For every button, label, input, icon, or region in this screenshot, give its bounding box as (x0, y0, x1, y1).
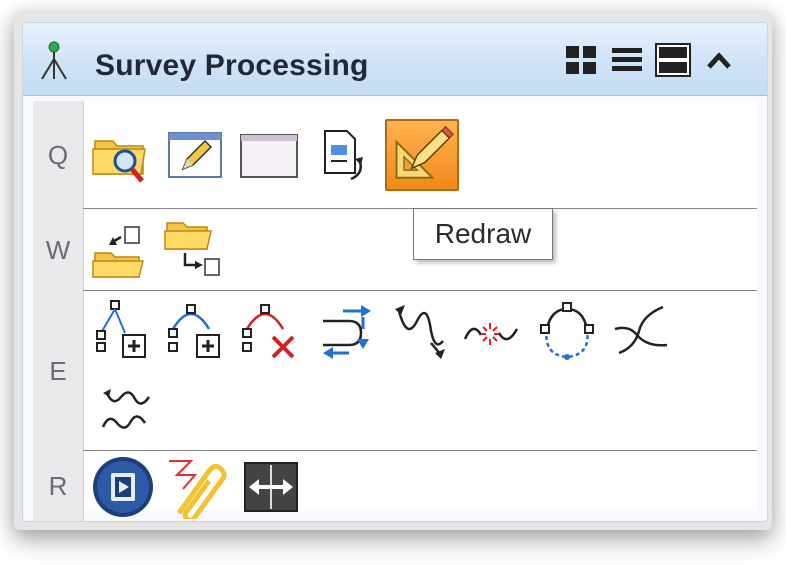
break-line-icon[interactable] (461, 299, 525, 363)
node-split-add-icon[interactable] (91, 299, 155, 363)
list-view-icon[interactable] (609, 43, 645, 77)
arc-node-delete-icon[interactable] (239, 299, 303, 363)
edit-pencil-icon[interactable] (163, 123, 227, 187)
folder-search-icon[interactable] (89, 123, 153, 187)
row-e: E (33, 291, 757, 451)
panel-title: Survey Processing (95, 49, 369, 82)
play-media-icon[interactable] (91, 455, 155, 519)
grid-view-icon[interactable] (563, 43, 599, 77)
expand-horizontal-icon[interactable] (239, 455, 303, 519)
row-w: W (33, 209, 757, 291)
window-icon[interactable] (237, 123, 301, 187)
document-refresh-icon[interactable] (311, 123, 375, 187)
tool-rows: Q W E R (33, 101, 757, 521)
collapse-chevron-icon[interactable] (701, 43, 737, 77)
offset-lines-icon[interactable] (93, 379, 157, 443)
folder-import-icon[interactable] (89, 219, 153, 283)
split-view-icon[interactable] (655, 43, 691, 77)
survey-processing-panel: Survey Processing Q W E R (22, 22, 768, 522)
panel-header: Survey Processing (23, 23, 767, 96)
paperclip-icon[interactable] (165, 455, 229, 521)
survey-tripod-icon (37, 41, 71, 81)
row-label: R (33, 451, 84, 521)
cross-lines-icon[interactable] (609, 299, 673, 363)
arc-node-add-icon[interactable] (165, 299, 229, 363)
row-label: W (33, 209, 84, 291)
row-label: E (33, 291, 84, 451)
folder-export-icon[interactable] (163, 215, 227, 279)
redraw-tooltip: Redraw (413, 208, 553, 260)
redraw-icon[interactable] (385, 119, 459, 191)
row-label: Q (33, 101, 84, 209)
reverse-direction-icon[interactable] (313, 299, 377, 363)
row-q: Q (33, 101, 757, 209)
line-direction-icon[interactable] (387, 299, 451, 363)
closed-shape-icon[interactable] (535, 299, 599, 363)
row-r: R (33, 451, 757, 521)
